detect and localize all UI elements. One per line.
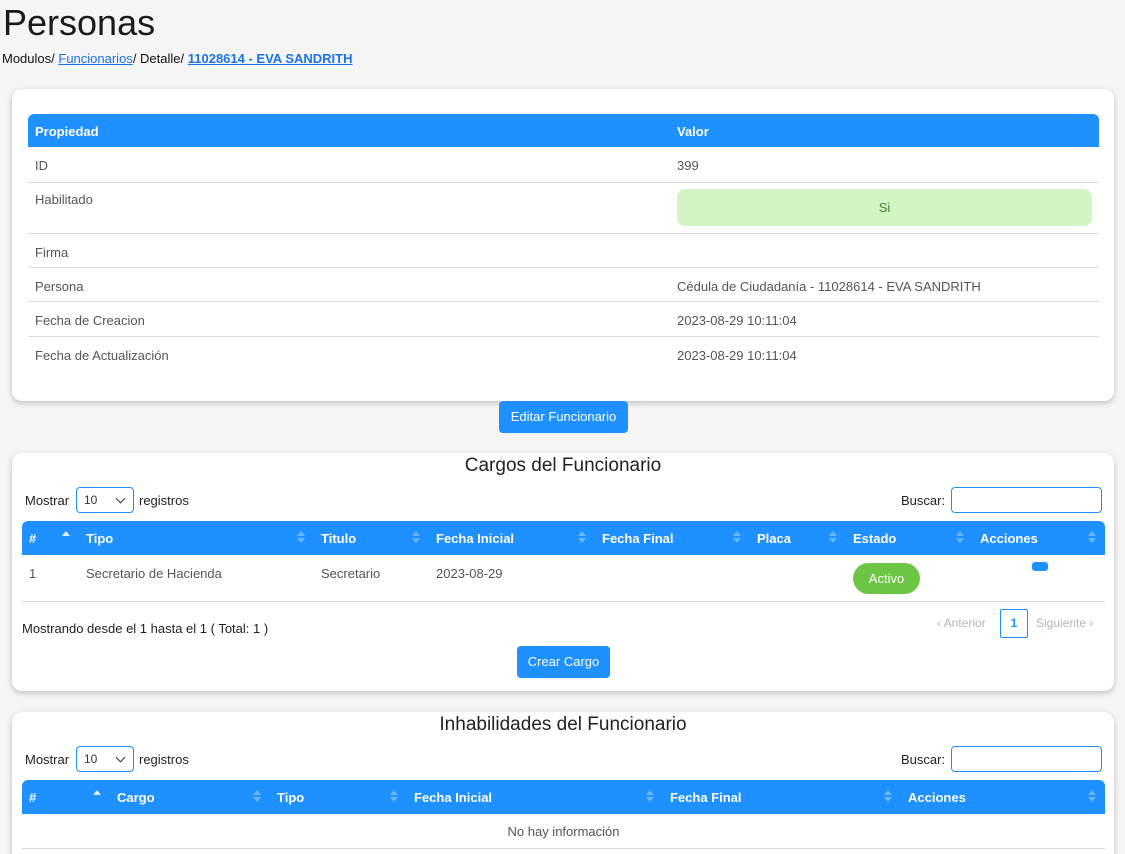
- prop-row-fecha-creacion: Fecha de Creacion 2023-08-29 10:11:04: [28, 302, 1099, 337]
- cargos-table-header: # Tipo Titulo Fecha Inicial Fecha Final …: [22, 521, 1105, 555]
- table-info: Mostrando desde el 1 hasta el 1 ( Total:…: [22, 621, 269, 636]
- prop-label: Firma: [35, 245, 69, 260]
- empty-message: No hay información: [507, 824, 620, 839]
- next-label: Siguiente: [1036, 616, 1087, 630]
- page-size-select[interactable]: 10: [76, 746, 134, 772]
- page-button-1[interactable]: 1: [1000, 609, 1028, 638]
- sort-icon: [829, 531, 837, 545]
- col-tipo[interactable]: Tipo: [86, 531, 113, 546]
- cell-num: 1: [29, 566, 37, 581]
- cell-fecha-inicial: 2023-08-29: [436, 566, 503, 581]
- breadcrumb-modulos: Modulos/: [2, 51, 55, 66]
- pager-prev[interactable]: ‹ Anterior: [937, 616, 986, 630]
- col-fecha-final[interactable]: Fecha Final: [670, 790, 742, 805]
- search-label: Buscar:: [901, 752, 946, 767]
- breadcrumb-detalle: / Detalle/: [132, 51, 185, 66]
- search-input[interactable]: [951, 487, 1102, 513]
- prop-row-id: ID 399: [28, 147, 1099, 183]
- prop-row-persona: Persona Cédula de Ciudadanía - 11028614 …: [28, 268, 1099, 302]
- col-acciones[interactable]: Acciones: [980, 531, 1038, 546]
- prop-value: 2023-08-29 10:11:04: [677, 313, 797, 328]
- inhabilidades-title: Inhabilidades del Funcionario: [439, 714, 687, 735]
- cargos-title: Cargos del Funcionario: [464, 455, 662, 476]
- col-titulo[interactable]: Titulo: [321, 531, 356, 546]
- pager-next[interactable]: Siguiente ›: [1036, 616, 1093, 630]
- sort-icon: [884, 790, 892, 804]
- page-size-value: 10: [84, 493, 98, 507]
- search-input[interactable]: [951, 746, 1102, 772]
- prop-value: Cédula de Ciudadanía - 11028614 - EVA SA…: [677, 279, 981, 294]
- col-propiedad: Propiedad: [35, 124, 99, 139]
- page-title: Personas: [3, 2, 156, 43]
- search-label: Buscar:: [901, 493, 946, 508]
- col-fecha-inicial[interactable]: Fecha Inicial: [414, 790, 492, 805]
- sort-icon: [1088, 531, 1096, 545]
- prev-label: Anterior: [943, 616, 986, 630]
- show-label: Mostrar: [25, 493, 70, 508]
- cell-titulo: Secretario: [321, 566, 381, 581]
- breadcrumb-current-link[interactable]: 11028614 - EVA SANDRITH: [188, 51, 353, 66]
- prop-label: Fecha de Creacion: [35, 313, 145, 328]
- breadcrumb-funcionarios-link[interactable]: Funcionarios: [58, 51, 132, 66]
- prop-row-firma: Firma: [28, 234, 1099, 268]
- sort-icon: [578, 531, 586, 545]
- col-fecha-final[interactable]: Fecha Final: [602, 531, 674, 546]
- sort-icon: [390, 790, 398, 804]
- inhabilidades-table-header: # Cargo Tipo Fecha Inicial Fecha Final A…: [22, 780, 1105, 814]
- col-valor: Valor: [677, 124, 709, 139]
- row-action-button[interactable]: [1032, 562, 1048, 571]
- table-row: 1 Secretario de Hacienda Secretario 2023…: [22, 555, 1105, 602]
- col-placa[interactable]: Placa: [757, 531, 791, 546]
- chevron-left-icon: ‹: [937, 616, 944, 630]
- records-label: registros: [139, 493, 189, 508]
- col-num[interactable]: #: [29, 531, 36, 546]
- habilitado-badge: Si: [677, 189, 1092, 226]
- crear-cargo-button[interactable]: Crear Cargo: [517, 646, 610, 678]
- col-tipo[interactable]: Tipo: [277, 790, 304, 805]
- col-estado[interactable]: Estado: [853, 531, 896, 546]
- chevron-right-icon: ›: [1086, 616, 1094, 630]
- prop-label: Habilitado: [35, 192, 93, 207]
- prop-value: 399: [677, 158, 699, 173]
- breadcrumb: Modulos/ Funcionarios/ Detalle/ 11028614…: [2, 51, 352, 66]
- inhabilidades-card: Inhabilidades del Funcionario Mostrar 10…: [12, 712, 1114, 854]
- col-fecha-inicial[interactable]: Fecha Inicial: [436, 531, 514, 546]
- sort-icon: [733, 531, 741, 545]
- prop-row-fecha-actualizacion: Fecha de Actualización 2023-08-29 10:11:…: [28, 337, 1099, 371]
- sort-asc-icon: [93, 790, 101, 804]
- sort-icon: [297, 531, 305, 545]
- prop-row-habilitado: Habilitado Si: [28, 183, 1099, 234]
- page-size-select[interactable]: 10: [76, 487, 134, 513]
- page-size-value: 10: [84, 752, 98, 766]
- properties-header: Propiedad Valor: [28, 114, 1099, 147]
- chevron-down-icon: [115, 752, 126, 763]
- prop-label: Fecha de Actualización: [35, 348, 169, 363]
- properties-table: Propiedad Valor ID 399 Habilitado Si Fir…: [28, 114, 1099, 371]
- sort-icon: [253, 790, 261, 804]
- sort-asc-icon: [62, 531, 70, 545]
- properties-card: Propiedad Valor ID 399 Habilitado Si Fir…: [12, 89, 1114, 401]
- prop-label: Persona: [35, 279, 84, 294]
- sort-icon: [412, 531, 420, 545]
- prop-label: ID: [35, 158, 48, 173]
- chevron-down-icon: [115, 493, 126, 504]
- records-label: registros: [139, 752, 189, 767]
- status-badge: Activo: [853, 563, 920, 594]
- table-row-empty: No hay información: [22, 814, 1105, 849]
- col-acciones[interactable]: Acciones: [908, 790, 966, 805]
- col-num[interactable]: #: [29, 790, 36, 805]
- edit-funcionario-button[interactable]: Editar Funcionario: [499, 401, 628, 433]
- prop-value: 2023-08-29 10:11:04: [677, 348, 797, 363]
- show-label: Mostrar: [25, 752, 70, 767]
- cell-tipo: Secretario de Hacienda: [86, 566, 222, 581]
- sort-icon: [1088, 790, 1096, 804]
- col-cargo[interactable]: Cargo: [117, 790, 155, 805]
- cargos-card: Cargos del Funcionario Mostrar 10 regist…: [12, 453, 1114, 691]
- sort-icon: [956, 531, 964, 545]
- sort-icon: [646, 790, 654, 804]
